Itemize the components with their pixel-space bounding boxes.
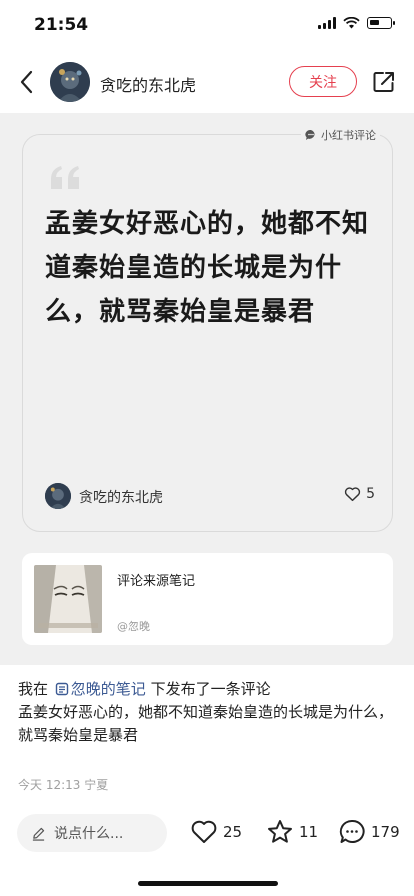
comment-suffix: 下发布了一条评论 [150, 680, 271, 698]
comment-body: 孟姜女好恶心的，她都不知道秦始皇造的长城是为什么，就骂秦始皇是暴君 [18, 703, 394, 744]
source-tag: 小红书评论 [301, 127, 380, 143]
author-avatar[interactable] [50, 62, 90, 102]
chat-icon [305, 129, 315, 140]
note-link[interactable]: 忽晚的笔记 [71, 680, 146, 698]
comment-prefix: 我在 [18, 680, 49, 698]
like-count: 25 [223, 823, 243, 841]
battery-icon [367, 17, 395, 29]
comment-card: 小红书评论 孟姜女好恶心的，她都不知道秦始皇造的长城是为什么，就骂秦始皇是暴君 … [22, 127, 393, 532]
author-name[interactable]: 贪吃的东北虎 [100, 72, 196, 96]
status-bar: 21:54 [0, 0, 414, 50]
note-thumbnail [34, 565, 102, 633]
home-indicator [138, 881, 278, 886]
card-like-count: 5 [366, 486, 375, 502]
heart-icon [344, 487, 361, 502]
status-time: 21:54 [34, 15, 89, 35]
star-icon [268, 820, 292, 843]
follow-button[interactable]: 关注 [289, 66, 357, 97]
note-content: 小红书评论 孟姜女好恶心的，她都不知道秦始皇造的长城是为什么，就骂秦始皇是暴君 … [0, 113, 414, 665]
card-author-name: 贪吃的东北虎 [79, 490, 163, 506]
share-icon[interactable] [372, 70, 396, 94]
source-label: 小红书评论 [321, 129, 376, 142]
card-like: 5 [344, 486, 375, 502]
note-icon [55, 682, 68, 696]
wifi-icon [343, 17, 360, 29]
back-icon[interactable] [14, 68, 42, 96]
pencil-icon [32, 827, 45, 841]
card-author-avatar [45, 483, 71, 509]
status-icons [318, 17, 395, 29]
comment-count: 179 [371, 823, 400, 841]
card-footer: 贪吃的东北虎 5 [45, 483, 375, 511]
note-header: 贪吃的东北虎 关注 [0, 56, 414, 110]
favorite-button[interactable]: 11 [266, 818, 318, 846]
comment-input[interactable]: 说点什么... [17, 814, 167, 852]
comment-button[interactable]: 179 [338, 818, 400, 846]
comment-source-line: 我在 忽晚的笔记 下发布了一条评论 [18, 678, 398, 701]
quote-icon [51, 166, 79, 189]
source-note-author: @忽晚 [117, 620, 150, 633]
comment-icon [339, 819, 365, 843]
quote-text: 孟姜女好恶心的，她都不知道秦始皇造的长城是为什么，就骂秦始皇是暴君 [45, 209, 370, 327]
heart-icon [191, 820, 217, 843]
comment-text: 我在 忽晚的笔记 下发布了一条评论 孟姜女好恶心的，她都不知道秦始皇造的长城是为… [18, 678, 398, 747]
like-button[interactable]: 25 [190, 818, 242, 846]
source-note-title: 评论来源笔记 [117, 574, 196, 589]
signal-icon [318, 17, 336, 29]
favorite-count: 11 [299, 823, 319, 841]
comment-input-placeholder: 说点什么... [54, 826, 124, 842]
comment-meta: 今天 12:13 宁夏 [18, 778, 109, 792]
source-note-card[interactable]: 评论来源笔记 @忽晚 [22, 553, 393, 645]
